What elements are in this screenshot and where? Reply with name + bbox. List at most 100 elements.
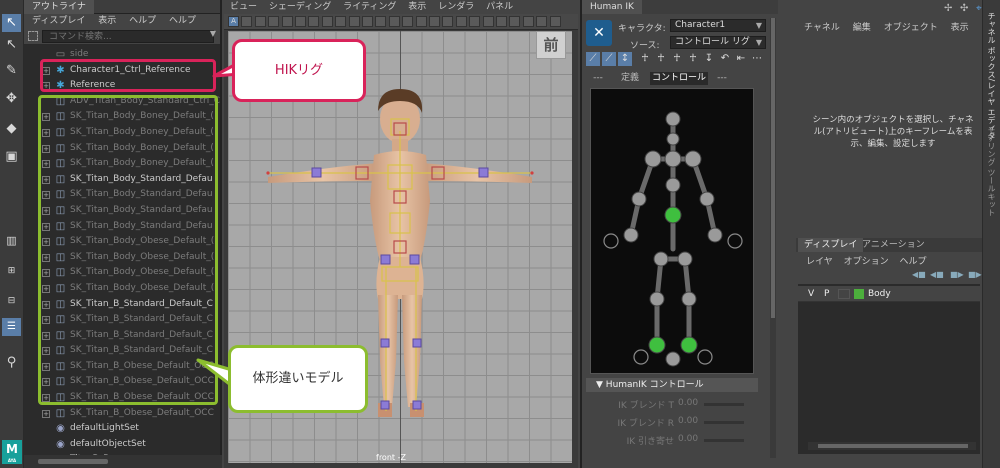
wireframe-icon[interactable] (362, 16, 373, 27)
menu-help-2[interactable]: ヘルプ (169, 16, 196, 26)
right-elbow-effector[interactable] (699, 191, 715, 207)
layer-playback-toggle[interactable]: P (824, 288, 829, 300)
tab-modeling-toolkit[interactable]: モデリング ツールキット (986, 126, 997, 217)
right-foot-effector[interactable] (680, 336, 698, 354)
grid-icon[interactable] (268, 16, 280, 27)
tab-display-layers[interactable]: ディスプレイ (798, 238, 864, 252)
horizontal-scrollbar[interactable] (24, 455, 222, 468)
textured-icon[interactable] (388, 16, 400, 27)
safe-title-icon[interactable] (348, 16, 360, 27)
gate-mask-icon[interactable] (308, 16, 320, 27)
bookmark-icon[interactable] (241, 16, 253, 27)
smooth-shade-icon[interactable] (375, 16, 387, 27)
menu-channels[interactable]: チャネル (804, 23, 840, 33)
horizontal-scrollbar[interactable] (808, 442, 976, 450)
head-effector[interactable] (665, 111, 681, 127)
menu-panels[interactable]: パネル (486, 2, 513, 12)
color-mgmt-icon[interactable] (549, 16, 561, 27)
isolate-icon[interactable] (469, 16, 481, 27)
xray-icon[interactable] (482, 16, 494, 27)
xray-joints-icon[interactable] (496, 16, 507, 27)
search-tool-icon[interactable]: ⚲ (2, 354, 21, 372)
pivot-icon[interactable]: ✢ (944, 3, 952, 14)
menu-renderer[interactable]: レンダラ (438, 2, 474, 12)
hik-skeleton-view[interactable] (590, 88, 754, 374)
layer-color-swatch[interactable] (854, 289, 864, 299)
menu-show[interactable]: 表示 (98, 16, 116, 26)
layout-outliner-icon[interactable]: ☰ (2, 318, 21, 336)
scale-tool-icon[interactable]: ▣ (2, 148, 21, 166)
camera-attr-icon[interactable]: A (228, 16, 239, 27)
spine-effector[interactable] (665, 177, 681, 193)
search-input[interactable] (42, 30, 214, 43)
move-layer-up-icon[interactable]: ◀■ (912, 270, 926, 279)
left-knee-effector[interactable] (649, 291, 665, 307)
pin-rotate-icon[interactable]: ☥ (686, 52, 700, 66)
hik-controls-header[interactable]: ▼ HumanIK コントロール (586, 378, 758, 392)
character-select[interactable]: Character1 ▼ (670, 19, 766, 32)
outliner-row[interactable]: ◉ defaultLightSet (24, 421, 222, 437)
right-hand-effector[interactable] (707, 227, 723, 243)
field-chart-icon[interactable] (321, 16, 333, 27)
snap-icon[interactable]: ✣ (960, 3, 968, 14)
left-hand-effector[interactable] (623, 227, 639, 243)
chest-effector[interactable] (664, 150, 682, 168)
full-body-icon[interactable]: ↕ (618, 52, 632, 66)
mirror-icon[interactable]: ↶ (718, 52, 732, 66)
menu-lighting[interactable]: ライティング (343, 2, 396, 12)
select-tool-icon[interactable]: ↖ (2, 14, 21, 32)
tab-prev[interactable]: --- (586, 72, 610, 85)
layer-visibility-toggle[interactable]: V (808, 288, 814, 300)
tab-animation-layers[interactable]: アニメーション (856, 238, 931, 252)
filter-icon[interactable] (28, 31, 38, 41)
menu-object[interactable]: オブジェクト (884, 23, 938, 33)
menu-edit[interactable]: 編集 (853, 23, 871, 33)
image-plane-icon[interactable] (254, 16, 266, 27)
move-tool-icon[interactable]: ✥ (2, 90, 21, 108)
body-part-icon[interactable]: ☥ (638, 52, 652, 66)
outliner-row[interactable]: ◉ defaultObjectSet (24, 437, 222, 453)
resolution-gate-icon[interactable] (295, 16, 306, 27)
chevron-down-icon[interactable]: ▼ (210, 29, 216, 38)
paint-select-icon[interactable]: ✎ (2, 62, 21, 80)
menu-display[interactable]: ディスプレイ (32, 16, 85, 26)
key-icon[interactable]: ⇤ (734, 52, 748, 66)
left-hip-effector[interactable] (653, 251, 669, 267)
view-cube[interactable]: 前 (536, 31, 566, 59)
source-select[interactable]: コントロール リグ ▼ (670, 36, 766, 49)
layer-name[interactable]: Body (868, 288, 891, 300)
clear-icon[interactable]: ⋯ (750, 52, 764, 66)
ankle-center-effector[interactable] (665, 351, 681, 367)
left-shoulder-effector[interactable] (644, 150, 662, 168)
menu-shading[interactable]: シェーディング (269, 2, 331, 12)
right-knee-effector[interactable] (681, 291, 697, 307)
tab-channel-box-layer-editor[interactable]: チャネル ボックス/レイヤ エディタ (986, 12, 997, 140)
vertical-scrollbar[interactable] (770, 18, 776, 458)
aa-icon[interactable] (455, 16, 467, 27)
menu-options[interactable]: オプション (844, 257, 889, 267)
layout-single-icon[interactable]: ▥ (2, 232, 21, 250)
film-gate-icon[interactable] (281, 16, 293, 27)
tab-next[interactable]: --- (710, 72, 734, 85)
lasso-tool-icon[interactable]: ↖ (2, 36, 21, 54)
select-effector-pinning-icon[interactable]: ⟋ (602, 52, 616, 66)
tab-definition[interactable]: 定義 (612, 72, 648, 85)
ao-icon[interactable] (429, 16, 440, 27)
new-layer-selected-icon[interactable]: ■▶ (968, 270, 982, 279)
neck-effector[interactable] (666, 132, 680, 146)
menu-help[interactable]: ヘルプ (900, 257, 927, 267)
layout-two-icon[interactable]: ⊟ (2, 292, 21, 310)
left-foot-effector[interactable] (648, 336, 666, 354)
release-icon[interactable]: ↧ (702, 52, 716, 66)
expand-icon[interactable]: + (42, 409, 50, 418)
layer-row-body[interactable]: V P Body (798, 286, 980, 302)
motion-blur-icon[interactable] (442, 16, 454, 27)
menu-view[interactable]: ビュー (230, 2, 257, 12)
hips-effector[interactable] (664, 206, 682, 224)
right-shoulder-effector[interactable] (684, 150, 702, 168)
menu-show[interactable]: 表示 (951, 23, 969, 33)
select-effector-icon[interactable]: ⟋ (586, 52, 600, 66)
exposure-icon[interactable] (522, 16, 534, 27)
safe-action-icon[interactable] (335, 16, 347, 27)
rotate-tool-icon[interactable]: ◆ (2, 120, 21, 138)
